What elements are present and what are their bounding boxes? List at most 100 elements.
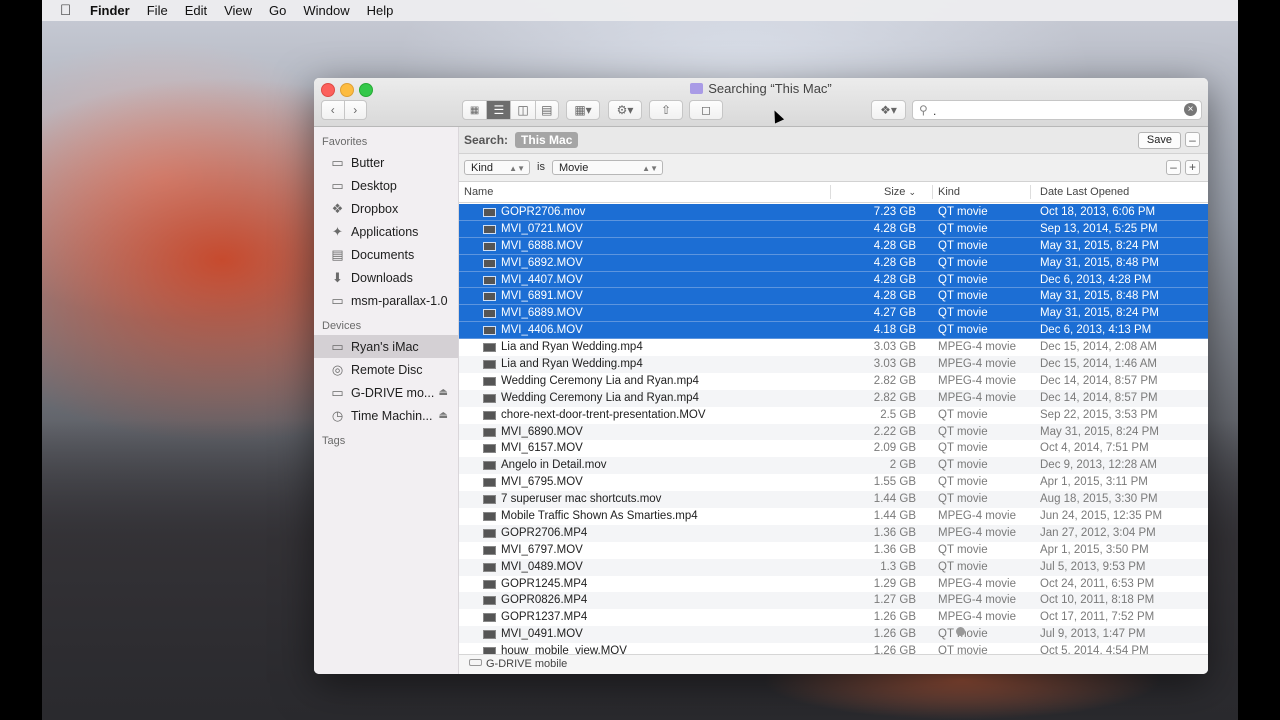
menu-edit[interactable]: Edit [185, 3, 207, 18]
file-name: MVI_6892.MOV [501, 256, 583, 269]
table-row[interactable]: MVI_4407.MOV 4.28 GB QT movie Dec 6, 2013, … [459, 271, 1208, 289]
arrange-button[interactable]: ▦▾ [566, 100, 600, 120]
table-row[interactable]: MVI_4406.MOV 4.18 GB QT movie Dec 6, 2013, … [459, 322, 1208, 340]
table-row[interactable]: Angelo in Detail.mov 2 GB QT movie Dec 9, 2… [459, 457, 1208, 475]
table-row[interactable]: GOPR0826.MP4 1.27 GB MPEG-4 movie Oct 10, 2… [459, 592, 1208, 610]
table-row[interactable]: MVI_0721.MOV 4.28 GB QT movie Sep 13, 2014,… [459, 220, 1208, 238]
coverflow-view-button[interactable]: ▤ [536, 101, 558, 119]
apple-menu-icon[interactable]:  [60, 3, 74, 18]
table-row[interactable]: Mobile Traffic Shown As Smarties.mp4 1.44… [459, 508, 1208, 525]
file-size: 2.22 GB [873, 425, 916, 438]
file-date: Jul 5, 2013, 9:53 PM [1040, 560, 1146, 573]
sidebar-item-label: Applications [351, 224, 419, 239]
icon-view-button[interactable]: ▦ [463, 101, 488, 119]
sidebar-item[interactable]: ⬇ Downloads [314, 266, 458, 289]
eject-icon[interactable]: ⏏ [439, 387, 448, 398]
list-view-button[interactable]: ☰ [487, 101, 512, 119]
path-bar-label[interactable]: G-DRIVE mobile [486, 658, 567, 670]
menu-view[interactable]: View [224, 3, 252, 18]
remove-criteria-button[interactable]: – [1166, 160, 1181, 175]
menu-finder[interactable]: Finder [90, 3, 130, 18]
search-field[interactable]: ⚲ . × [912, 100, 1202, 120]
sidebar-item-label: Documents [351, 247, 415, 262]
sidebar-item[interactable]: ▭ msm-parallax-1.0 [314, 289, 458, 312]
downloads-icon: ⬇ [332, 269, 343, 285]
table-row[interactable]: MVI_6888.MOV 4.28 GB QT movie May 31, 2015,… [459, 237, 1208, 255]
save-search-button[interactable]: Save [1137, 132, 1181, 149]
table-row[interactable]: MVI_6891.MOV 4.28 GB QT movie May 31, 2015,… [459, 288, 1208, 306]
movie-thumbnail-icon [483, 528, 496, 538]
sidebar-item[interactable]: ▭ G-DRIVE mo... ⏏ [314, 381, 458, 404]
table-row[interactable]: GOPR1245.MP4 1.29 GB MPEG-4 movie Oct 24, 2… [459, 576, 1208, 593]
name-column-header[interactable]: Name [464, 186, 493, 198]
forward-button[interactable]: › [345, 101, 367, 119]
sidebar-item[interactable]: ▭ Butter [314, 151, 458, 174]
sidebar-item[interactable]: ▭ Ryan's iMac [314, 335, 458, 358]
list-view-icon: ☰ [493, 103, 505, 117]
letterbox-left [0, 0, 42, 720]
table-row[interactable]: 7 superuser mac shortcuts.mov 1.44 GB QT m… [459, 491, 1208, 509]
sidebar-item[interactable]: ▤ Documents [314, 243, 458, 266]
table-row[interactable]: MVI_6889.MOV 4.27 GB QT movie May 31, 2015,… [459, 305, 1208, 323]
table-row[interactable]: MVI_0491.MOV 1.26 GB QT movie Jul 9, 2013, … [459, 626, 1208, 644]
table-row[interactable]: MVI_6890.MOV 2.22 GB QT movie May 31, 2015,… [459, 423, 1208, 441]
tags-button[interactable]: ◻ [689, 100, 723, 120]
menu-go[interactable]: Go [269, 3, 286, 18]
table-row[interactable]: Lia and Ryan Wedding.mp4 3.03 GB MPEG-4 mo… [459, 356, 1208, 373]
table-row[interactable]: MVI_6795.MOV 1.55 GB QT movie Apr 1, 2015, … [459, 474, 1208, 491]
sidebar-item-label: Butter [351, 155, 385, 170]
sidebar-item-label: Desktop [351, 178, 397, 193]
table-row[interactable]: MVI_6157.MOV 2.09 GB QT movie Oct 4, 2014, … [459, 440, 1208, 457]
size-column-header[interactable]: Size ⌄ [884, 186, 916, 198]
file-date: Oct 24, 2011, 6:53 PM [1040, 577, 1155, 590]
attribute-popup[interactable]: Kind ▲▼ [464, 160, 530, 175]
action-button[interactable]: ⚙▾ [608, 100, 642, 120]
table-row[interactable]: MVI_6892.MOV 4.28 GB QT movie May 31, 2015,… [459, 254, 1208, 272]
dropbox-button[interactable]: ❖▾ [871, 100, 906, 120]
file-kind: QT movie [938, 476, 988, 489]
scope-this-mac[interactable]: This Mac [515, 132, 579, 148]
table-row[interactable]: chore-next-door-trent-presentation.MOV 2.… [459, 407, 1208, 424]
menu-file[interactable]: File [147, 3, 168, 18]
table-row[interactable]: Wedding Ceremony Lia and Ryan.mp4 2.82 GB… [459, 389, 1208, 407]
table-row[interactable]: Wedding Ceremony Lia and Ryan.mp4 2.82 GB… [459, 373, 1208, 390]
date-column-header[interactable]: Date Last Opened [1040, 186, 1129, 198]
devices-header: Devices [322, 320, 362, 332]
file-name: MVI_6157.MOV [501, 442, 583, 455]
remove-scope-button[interactable]: – [1185, 132, 1200, 147]
sidebar-item[interactable]: ✦ Applications [314, 220, 458, 243]
table-row[interactable]: MVI_6797.MOV 1.36 GB QT movie Apr 1, 2015, … [459, 542, 1208, 559]
tags-header: Tags [322, 435, 346, 447]
clear-search-icon[interactable]: × [1184, 103, 1197, 116]
share-button[interactable]: ⇧ [649, 100, 683, 120]
value-popup[interactable]: Movie ▲▼ [552, 160, 663, 175]
sidebar-item[interactable]: ◷ Time Machin... ⏏ [314, 404, 458, 427]
back-button[interactable]: ‹ [322, 101, 345, 119]
file-size: 1.44 GB [873, 493, 916, 506]
file-date: Sep 22, 2015, 3:53 PM [1040, 408, 1158, 421]
file-date: Sep 13, 2014, 5:25 PM [1040, 222, 1158, 235]
sidebar-item[interactable]: ▭ Desktop [314, 174, 458, 197]
movie-thumbnail-icon [483, 596, 496, 606]
kind-column-header[interactable]: Kind [938, 186, 960, 198]
table-row[interactable]: MVI_0489.MOV 1.3 GB QT movie Jul 5, 2013, 9… [459, 558, 1208, 576]
table-row[interactable]: GOPR2706.MP4 1.36 GB MPEG-4 movie Jan 27, 2… [459, 524, 1208, 542]
sidebar-item[interactable]: ❖ Dropbox [314, 197, 458, 220]
table-row[interactable]: GOPR1237.MP4 1.26 GB MPEG-4 movie Oct 17, 2… [459, 609, 1208, 626]
search-input[interactable]: . [933, 104, 936, 118]
table-row[interactable]: Lia and Ryan Wedding.mp4 3.03 GB MPEG-4 mo… [459, 339, 1208, 356]
sidebar-item[interactable]: ◎ Remote Disc [314, 358, 458, 381]
file-date: Jul 9, 2013, 1:47 PM [1040, 628, 1146, 641]
movie-thumbnail-icon [483, 360, 496, 370]
menu-window[interactable]: Window [303, 3, 349, 18]
add-criteria-button[interactable]: + [1185, 160, 1200, 175]
movie-thumbnail-icon [483, 461, 496, 471]
table-row[interactable]: GOPR2706.mov 7.23 GB QT movie Oct 18, 2013,… [459, 204, 1208, 221]
column-view-button[interactable]: ◫ [511, 101, 536, 119]
file-size: 4.28 GB [873, 273, 916, 286]
file-date: Jun 24, 2015, 12:35 PM [1040, 510, 1163, 523]
tag-icon: ◻ [701, 103, 711, 117]
menu-help[interactable]: Help [367, 3, 394, 18]
eject-icon[interactable]: ⏏ [439, 410, 448, 421]
main-content: Search: This Mac Save – Kind ▲▼ is Movie ▲… [459, 127, 1208, 674]
